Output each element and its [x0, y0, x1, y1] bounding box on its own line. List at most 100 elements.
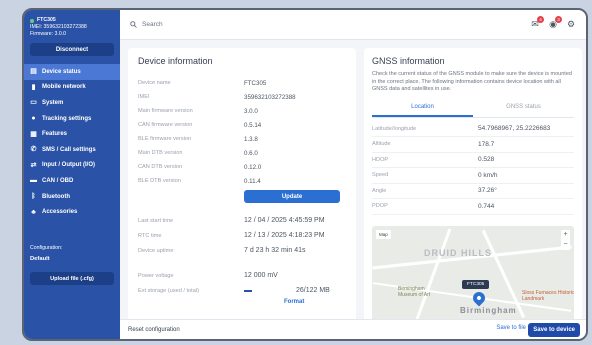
device-firmware: Firmware: 3.0.0 — [30, 31, 67, 37]
save-to-device-button[interactable]: Save to device — [528, 323, 580, 337]
bluetooth-icon: ᛒ — [31, 193, 36, 201]
info-row: Altitude 178.7 — [372, 137, 574, 153]
map-district-label: DRUID HILLS — [424, 248, 492, 258]
gnss-information-panel: GNSS information Check the current statu… — [364, 48, 582, 324]
tab-gnss-status[interactable]: GNSS status — [473, 100, 574, 117]
accessories-icon: ♣ — [31, 208, 36, 216]
info-key: BLE DTB version — [138, 178, 181, 184]
location-pin-icon[interactable] — [470, 289, 488, 307]
online-status-icon — [30, 18, 34, 23]
info-value: 0.6.0 — [244, 149, 258, 157]
map-city-label: Birmingham — [460, 306, 517, 315]
top-icons: ✉ 4 ◉ 3 ⚙ — [530, 16, 576, 29]
device-name: FTC305 — [37, 17, 56, 23]
save-to-file-button[interactable]: Save to file — [496, 325, 526, 331]
disconnect-button[interactable]: Disconnect — [30, 43, 114, 56]
alerts-icon[interactable]: ◉ 3 — [548, 16, 562, 29]
notifications-icon[interactable]: ✉ 4 — [530, 16, 544, 29]
status-icon: ▤ — [30, 68, 37, 76]
device-imei: IMEI: 359632103272388 — [30, 24, 87, 30]
info-value: 0.5.14 — [244, 121, 262, 129]
search-input[interactable]: Search — [120, 21, 163, 28]
can-icon: ▬ — [30, 177, 37, 185]
info-key: BLE firmware version — [138, 136, 192, 142]
info-value: 37.26° — [478, 187, 497, 195]
reset-configuration-button[interactable]: Reset configuration — [128, 327, 180, 333]
sidebar-item-system[interactable]: ▭ System — [24, 95, 120, 111]
info-value: 0.11.4 — [244, 177, 261, 185]
configuration-label: Configuration: — [30, 245, 63, 251]
info-row: HDOP 0.528 — [372, 153, 574, 168]
update-button[interactable]: Update — [244, 190, 340, 203]
sidebar-item-label: Features — [42, 131, 68, 138]
info-row: PDOP 0.744 — [372, 199, 574, 215]
sidebar-item-label: System — [42, 99, 64, 106]
info-row: Latitude/longitude 54.7968967, 25.2226683 — [372, 122, 574, 137]
info-row: CAN DTB version 0.12.0 — [138, 160, 346, 174]
footer-bar: Reset configuration Save to file Save to… — [120, 319, 586, 339]
info-row: Ext storage (used / total) 26/122 MB — [138, 283, 346, 298]
gear-icon[interactable]: ⚙ — [566, 19, 576, 29]
sidebar-item-can-obd[interactable]: ▬ CAN / OBD — [24, 173, 120, 189]
sidebar-item-bluetooth[interactable]: ᛒ Bluetooth — [24, 189, 120, 205]
info-value: 178.7 — [478, 140, 495, 148]
info-value: 7 d 23 h 32 min 41s — [244, 247, 306, 254]
info-value: 0 km/h — [478, 171, 498, 179]
info-row: BLE firmware version 1.3.8 — [138, 132, 346, 146]
configuration-value: Default — [30, 256, 50, 262]
info-row: BLE DTB version 0.11.4 — [138, 174, 346, 188]
sidebar-item-mobile-network[interactable]: ▮ Mobile network — [24, 80, 120, 96]
sidebar-item-device-status[interactable]: ▤ Device status — [24, 64, 120, 80]
info-value: 0.744 — [478, 202, 495, 210]
search-placeholder: Search — [142, 21, 163, 28]
system-icon: ▭ — [30, 99, 37, 107]
sidebar-item-label: CAN / OBD — [42, 177, 74, 184]
sidebar-item-accessories[interactable]: ♣ Accessories — [24, 204, 120, 220]
sidebar-item-sms-call[interactable]: ✆ SMS / Call settings — [24, 142, 120, 158]
map-pin-label: FTC305 — [462, 280, 490, 289]
sidebar-item-io[interactable]: ⇄ Input / Output (I/O) — [24, 158, 120, 174]
tab-location[interactable]: Location — [372, 100, 473, 117]
info-key: Last start time — [138, 217, 174, 224]
device-information-panel: Device information Device name FTC305 IMEI… — [128, 48, 356, 324]
info-value: FTC305 — [244, 79, 267, 87]
info-key: Device uptime — [138, 247, 174, 254]
features-icon: ▦ — [30, 130, 37, 138]
alerts-badge: 3 — [555, 16, 562, 23]
info-row: Speed 0 km/h — [372, 168, 574, 184]
info-row: Last start time 12 / 04 / 2025 4:45:59 PM — [138, 213, 346, 228]
map-furnace-label: Sloss Furnaces Historic Landmark — [522, 290, 574, 302]
sidebar-item-features[interactable]: ▦ Features — [24, 126, 120, 142]
info-row: CAN firmware version 0.5.14 — [138, 118, 346, 132]
map-zoom-control[interactable]: + − — [561, 230, 570, 250]
format-button[interactable]: Format — [284, 299, 346, 305]
info-value: 12 / 04 / 2025 4:45:59 PM — [244, 217, 325, 224]
notifications-badge: 4 — [537, 16, 544, 23]
upload-file-button[interactable]: Upload file (.cfg) — [30, 272, 114, 285]
sidebar-item-label: Tracking settings — [42, 115, 92, 122]
info-row: IMEI 359632103272388 — [138, 90, 346, 104]
info-key: Main firmware version — [138, 108, 193, 114]
info-row: Power voltage 12 000 mV — [138, 268, 346, 283]
info-key: RTC time — [138, 232, 162, 239]
info-row: Device uptime 7 d 23 h 32 min 41s — [138, 243, 346, 258]
info-row: Main firmware version 3.0.0 — [138, 104, 346, 118]
info-value: 26/122 MB — [296, 287, 330, 294]
io-icon: ⇄ — [30, 161, 37, 169]
map-type-toggle[interactable]: Map — [376, 230, 391, 239]
info-row: Angle 37.26° — [372, 184, 574, 199]
search-icon — [130, 21, 137, 28]
sidebar-item-tracking-settings[interactable]: ● Tracking settings — [24, 111, 120, 127]
info-key: IMEI — [138, 94, 150, 100]
top-bar: Search ✉ 4 ◉ 3 ⚙ — [120, 10, 586, 40]
device-card: FTC305 IMEI: 359632103272388 Firmware: 3… — [24, 10, 120, 38]
info-key: Ext storage (used / total) — [138, 287, 199, 294]
info-value: 0.528 — [478, 156, 495, 164]
location-map[interactable]: Map + − DRUID HILLS Birmingham Museum of … — [372, 226, 574, 322]
sidebar-nav: ▤ Device status ▮ Mobile network ▭ System ●… — [24, 64, 120, 220]
gnss-tabs: Location GNSS status — [372, 100, 574, 118]
device-information-title: Device information — [138, 56, 213, 66]
configuration-info: Configuration: Default — [30, 243, 62, 265]
gnss-description: Check the current status of the GNSS mod… — [372, 71, 572, 92]
info-value: 12 000 mV — [244, 272, 278, 279]
